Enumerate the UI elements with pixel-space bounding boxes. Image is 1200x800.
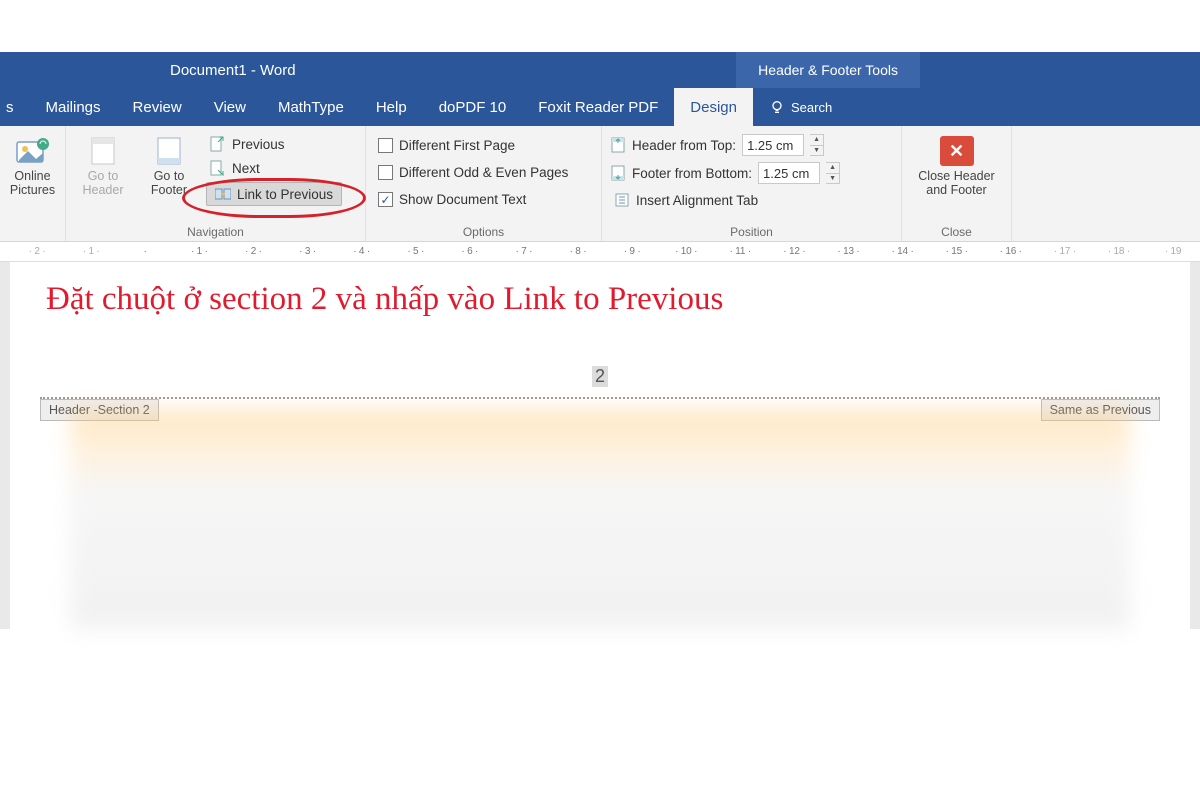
tab-help[interactable]: Help [360,88,423,126]
tab-partial-left[interactable]: s [0,88,30,126]
link-to-previous-label: Link to Previous [237,187,333,202]
spin-up-icon[interactable]: ▲ [826,163,839,174]
insert-alignment-tab-button[interactable]: Insert Alignment Tab [610,190,840,210]
next-label: Next [232,161,260,176]
tab-mailings[interactable]: Mailings [30,88,117,126]
tell-me-search[interactable]: Search [753,88,848,126]
go-to-header-label: Go to Header [74,170,132,198]
document-area: Đặt chuột ở section 2 và nhấp vào Link t… [0,262,1200,629]
header-from-top-icon [610,137,626,153]
annotation-text: Đặt chuột ở section 2 và nhấp vào Link t… [40,276,1160,366]
footer-from-bottom-icon [610,165,626,181]
online-pictures-button[interactable]: Online Pictures [8,132,57,198]
different-first-page-label: Different First Page [399,138,515,153]
online-pictures-label: Online Pictures [8,170,57,198]
checkbox-icon [378,165,393,180]
next-button[interactable]: Next [206,158,342,178]
horizontal-ruler[interactable]: · 2 ·· 1 ··· 1 ·· 2 ·· 3 ·· 4 ·· 5 ·· 6 … [0,242,1200,262]
spin-up-icon[interactable]: ▲ [810,135,823,146]
group-label-close: Close [910,223,1003,239]
different-first-page-checkbox[interactable]: Different First Page [374,136,572,155]
close-icon: ✕ [940,136,974,166]
close-header-footer-label: Close Header and Footer [912,170,1002,198]
tab-review[interactable]: Review [117,88,198,126]
footer-from-bottom-label: Footer from Bottom: [632,166,752,181]
header-boundary: Header -Section 2 Same as Previous [40,397,1160,399]
link-to-previous-icon [215,186,231,202]
footer-from-bottom-input[interactable]: 1.25 cm [758,162,820,184]
spin-down-icon[interactable]: ▼ [826,174,839,184]
go-to-footer-icon [152,136,186,166]
tab-view[interactable]: View [198,88,262,126]
header-from-top-input[interactable]: 1.25 cm [742,134,804,156]
go-to-header-button[interactable]: Go to Header [74,132,132,198]
ribbon: Online Pictures Go to Header Go to Fo [0,126,1200,242]
title-bar: Document1 - Word Header & Footer Tools [0,52,1200,88]
header-from-top-spinner[interactable]: ▲▼ [810,134,824,156]
show-document-text-label: Show Document Text [399,192,526,207]
tab-foxit[interactable]: Foxit Reader PDF [522,88,674,126]
group-label-insert [8,237,57,239]
page-number: 2 [592,366,608,387]
group-label-position: Position [610,223,893,239]
document-title: Document1 - Word [170,62,296,79]
contextual-tools-tab: Header & Footer Tools [736,52,920,88]
go-to-header-icon [86,136,120,166]
search-label: Search [791,100,832,115]
group-label-options: Options [374,223,593,239]
online-pictures-icon [16,136,50,166]
checkbox-icon [378,138,393,153]
ribbon-tabs: s Mailings Review View MathType Help doP… [0,88,1200,126]
document-page[interactable]: Đặt chuột ở section 2 và nhấp vào Link t… [10,262,1190,629]
go-to-footer-label: Go to Footer [140,170,198,198]
footer-from-bottom-spinner[interactable]: ▲▼ [826,162,840,184]
tab-dopdf[interactable]: doPDF 10 [423,88,523,126]
insert-alignment-tab-icon [614,192,630,208]
link-to-previous-button[interactable]: Link to Previous [206,182,342,206]
go-to-footer-button[interactable]: Go to Footer [140,132,198,198]
different-odd-even-checkbox[interactable]: Different Odd & Even Pages [374,163,572,182]
lightbulb-icon [769,99,785,115]
group-label-navigation: Navigation [74,223,357,239]
tab-design[interactable]: Design [674,88,753,126]
checkbox-checked-icon: ✓ [378,192,393,207]
header-from-top-label: Header from Top: [632,138,736,153]
insert-alignment-tab-label: Insert Alignment Tab [636,193,758,208]
spin-down-icon[interactable]: ▼ [810,146,823,156]
next-icon [210,160,226,176]
show-document-text-checkbox[interactable]: ✓ Show Document Text [374,190,572,209]
previous-label: Previous [232,137,285,152]
previous-icon [210,136,226,152]
different-odd-even-label: Different Odd & Even Pages [399,165,568,180]
tab-mathtype[interactable]: MathType [262,88,360,126]
close-header-footer-button[interactable]: ✕ Close Header and Footer [912,132,1002,198]
previous-button[interactable]: Previous [206,134,342,154]
blurred-content [70,409,1130,629]
